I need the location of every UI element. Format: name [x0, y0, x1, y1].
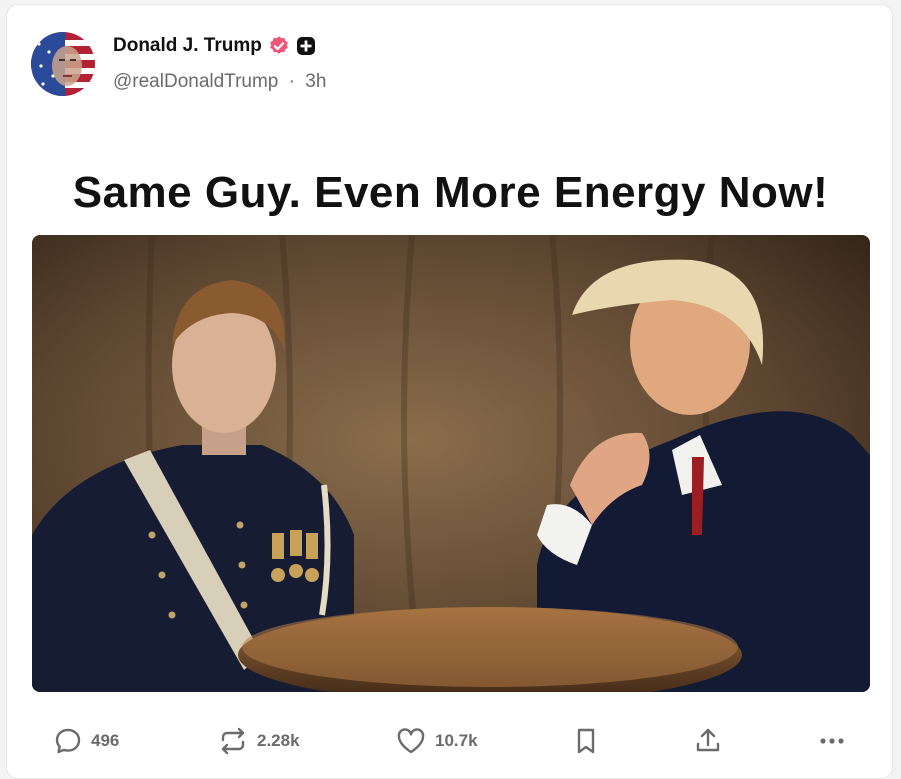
- author-handle[interactable]: @realDonaldTrump: [113, 71, 278, 92]
- post-headline: Same Guy. Even More Energy Now!: [72, 168, 829, 217]
- repost-button[interactable]: 2.28k: [217, 721, 300, 761]
- avatar[interactable]: [31, 32, 95, 96]
- reply-bubble-icon: [53, 726, 83, 756]
- more-options-button[interactable]: [817, 721, 847, 761]
- post-card: Donald J. Trump @realDonaldTrump · 3h Sa…: [6, 4, 893, 779]
- heart-icon: [395, 726, 427, 756]
- repost-arrows-icon: [217, 726, 249, 756]
- share-button[interactable]: [693, 721, 723, 761]
- plus-badge-icon: [296, 36, 316, 56]
- like-count: 10.7k: [435, 731, 478, 750]
- reply-button[interactable]: 496: [53, 721, 119, 761]
- bookmark-icon: [573, 726, 599, 756]
- more-dots-icon: [817, 726, 847, 756]
- handle-row: @realDonaldTrump · 3h: [113, 71, 326, 93]
- like-button[interactable]: 10.7k: [395, 721, 478, 761]
- repost-count: 2.28k: [257, 731, 300, 750]
- reply-count: 496: [91, 731, 120, 750]
- separator-dot: ·: [288, 71, 295, 92]
- post-time[interactable]: 3h: [305, 71, 326, 92]
- action-bar: 496 2.28k 10.7k: [7, 721, 894, 761]
- author-name[interactable]: Donald J. Trump: [113, 35, 262, 57]
- verified-badge-icon: [268, 35, 290, 57]
- share-upload-icon: [693, 726, 723, 756]
- post-image[interactable]: [32, 235, 870, 692]
- bookmark-button[interactable]: [573, 721, 599, 761]
